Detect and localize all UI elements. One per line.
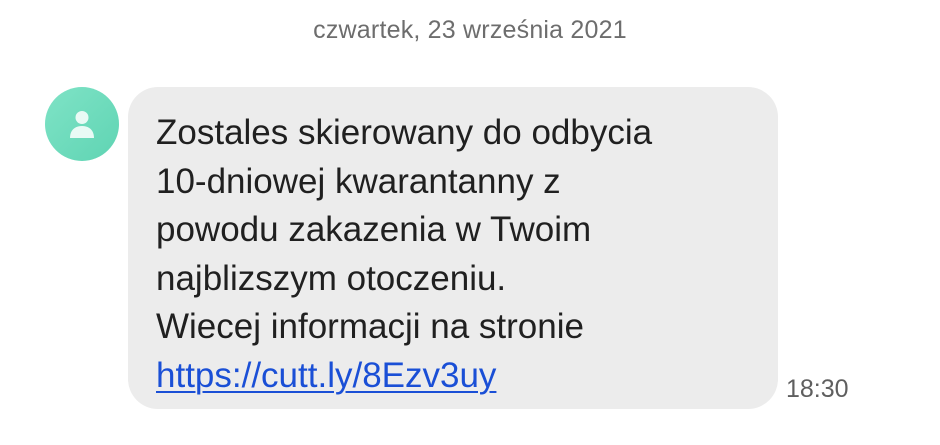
sender-avatar[interactable] <box>45 87 119 161</box>
message-line: najblizszym otoczeniu. <box>156 258 507 298</box>
person-icon <box>70 111 94 138</box>
sms-conversation-screen: czwartek, 23 września 2021 Zostales skie… <box>0 0 940 445</box>
date-header: czwartek, 23 września 2021 <box>313 16 627 44</box>
message-line: 10-dniowej kwarantanny z <box>156 161 561 201</box>
message-line: Zostales skierowany do odbycia <box>156 113 653 152</box>
message-timestamp: 18:30 <box>786 375 849 403</box>
message-line: Wiecej informacji na stronie <box>156 307 584 346</box>
message-line: powodu zakazenia w Twoim <box>156 210 592 249</box>
message-link[interactable]: https://cutt.ly/8Ezv3uy <box>156 352 496 401</box>
message-bubble[interactable]: Zostales skierowany do odbycia 10-dniowe… <box>128 87 778 409</box>
